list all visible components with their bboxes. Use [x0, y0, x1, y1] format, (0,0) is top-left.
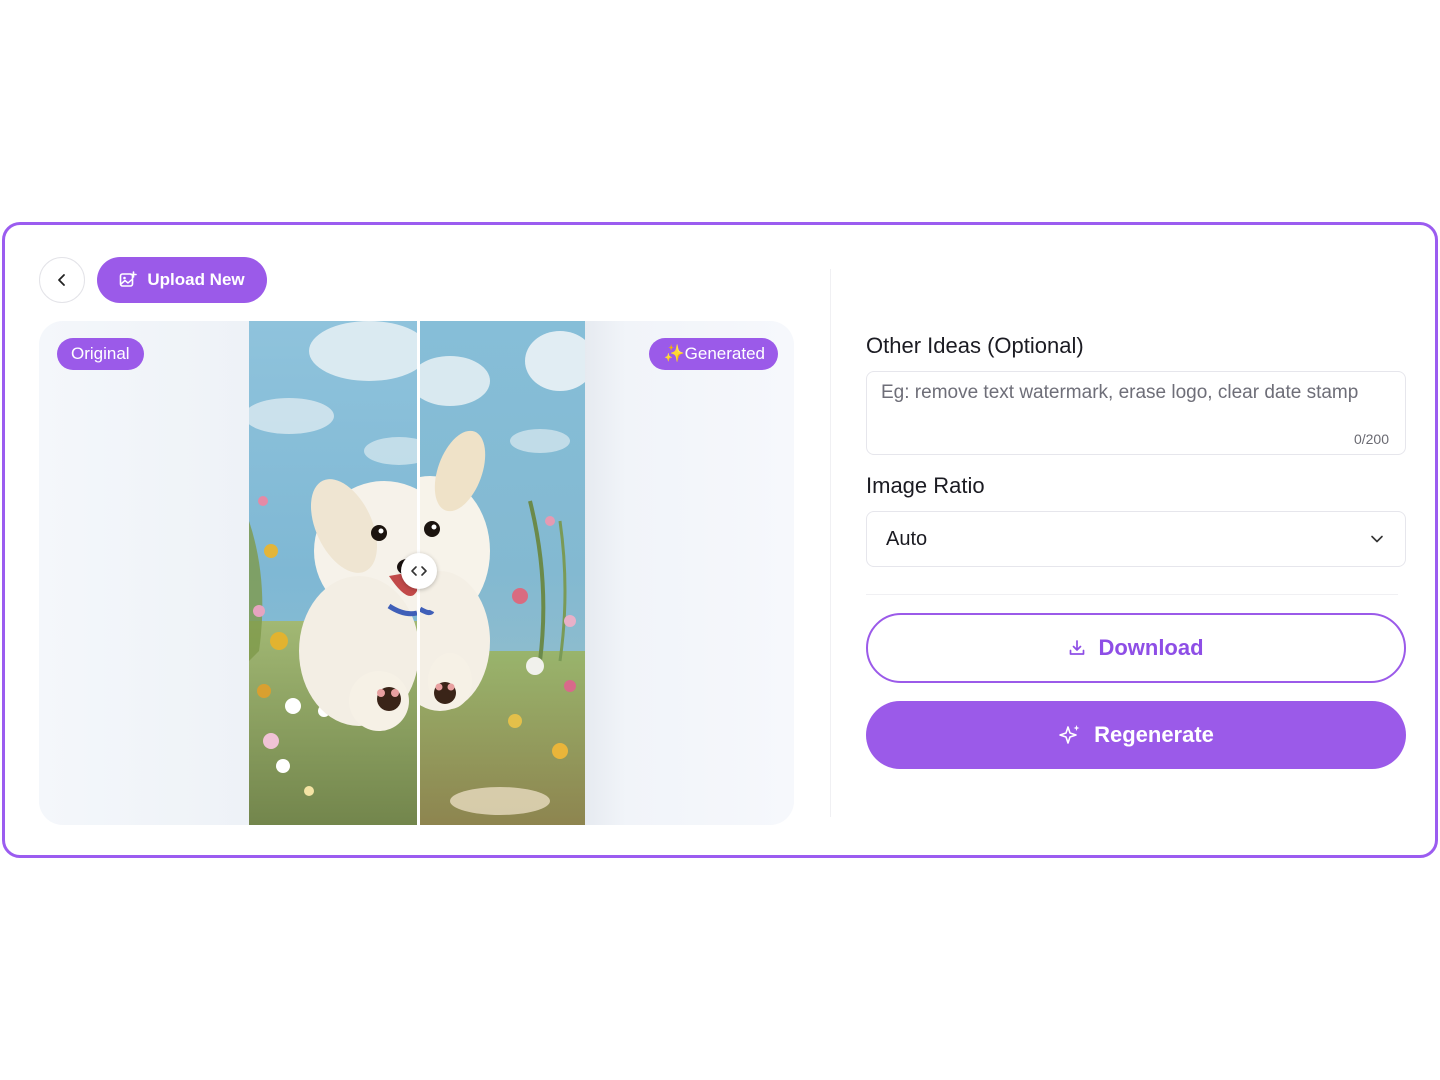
- download-icon: [1070, 640, 1085, 655]
- upload-new-label: Upload New: [147, 270, 245, 289]
- character-counter: 0/200: [1353, 431, 1389, 447]
- other-ideas-label: Other Ideas (Optional): [866, 333, 1084, 358]
- back-button[interactable]: [39, 257, 85, 303]
- other-ideas-input[interactable]: [881, 382, 1391, 422]
- generated-image: [420, 321, 585, 825]
- upload-new-button[interactable]: Upload New: [97, 257, 267, 303]
- before-after-compare[interactable]: Original ✨Generated: [39, 321, 794, 825]
- code-arrows-icon: [411, 566, 427, 576]
- generated-badge: ✨Generated: [649, 338, 778, 370]
- chevron-left-icon: [58, 274, 65, 286]
- compare-slider-handle[interactable]: [401, 553, 437, 589]
- compare-left-backdrop: [39, 321, 249, 825]
- download-label: Download: [1098, 635, 1204, 660]
- original-badge: Original: [57, 338, 144, 370]
- form-divider: [866, 594, 1398, 595]
- image-ratio-select[interactable]: Auto: [866, 511, 1406, 567]
- image-editor-card: Upload New Original ✨Generated Other Ide…: [2, 222, 1438, 858]
- image-ratio-value: Auto: [886, 527, 928, 550]
- regenerate-button[interactable]: Regenerate: [866, 701, 1406, 769]
- download-button[interactable]: Download: [866, 613, 1406, 683]
- regenerate-label: Regenerate: [1094, 722, 1214, 747]
- compare-right-backdrop: [584, 321, 794, 825]
- image-ratio-label: Image Ratio: [866, 473, 985, 498]
- chevron-down-icon: [1371, 535, 1383, 543]
- other-ideas-field[interactable]: 0/200: [866, 371, 1406, 455]
- original-image: [249, 321, 417, 825]
- image-plus-icon: [120, 271, 138, 287]
- sparkles-icon: [1059, 725, 1080, 744]
- panel-separator: [830, 269, 831, 817]
